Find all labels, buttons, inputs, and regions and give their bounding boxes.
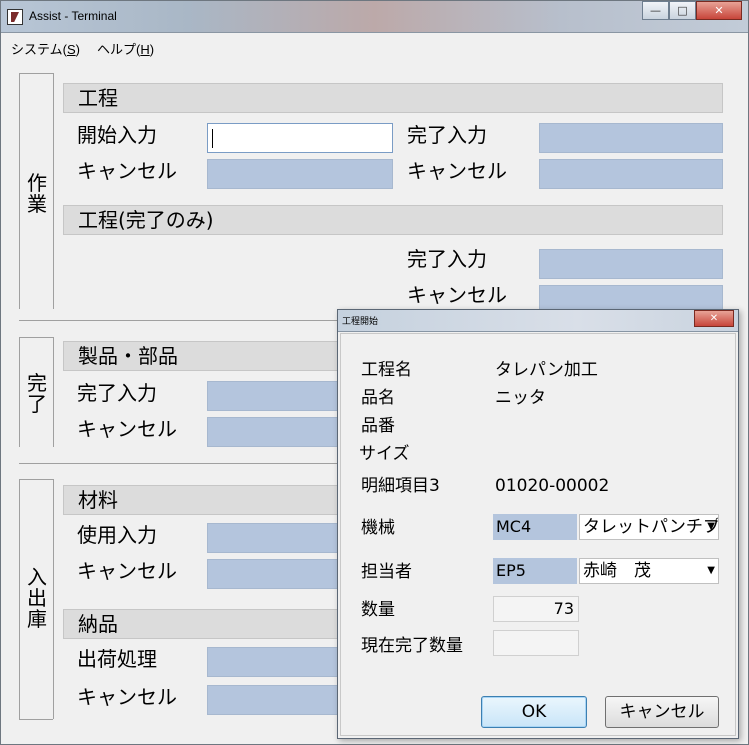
complete-group-frame bbox=[19, 337, 20, 447]
process-name-label: 工程名 bbox=[361, 360, 412, 380]
person-select-value: 赤崎 茂 bbox=[583, 561, 651, 581]
item-no-label: 品番 bbox=[361, 416, 395, 436]
app-icon bbox=[7, 9, 23, 25]
work-group-top bbox=[19, 73, 53, 74]
complete-input-field[interactable] bbox=[539, 123, 723, 153]
menu-help[interactable]: ヘルプ(H) bbox=[97, 39, 154, 58]
material-cancel-label: キャンセル bbox=[77, 559, 177, 583]
complete-group-top bbox=[19, 337, 53, 338]
shipping-label: 出荷処理 bbox=[77, 647, 157, 671]
cancel-label: キャンセル bbox=[77, 159, 177, 183]
process-start-dialog: 工程開始 ✕ 工程名 タレパン加工 品名 ニッタ 品番 サイズ 明細項目3 01… bbox=[337, 309, 739, 739]
person-select[interactable]: 赤崎 茂 ▼ bbox=[579, 558, 719, 584]
process-header: 工程 bbox=[63, 83, 723, 113]
machine-label: 機械 bbox=[361, 518, 395, 538]
size-label: サイズ bbox=[359, 444, 410, 464]
menu-bar: システム(S) ヘルプ(H) bbox=[1, 34, 748, 60]
complete-input-label: 完了入力 bbox=[407, 123, 487, 147]
stock-group-bottom bbox=[19, 719, 53, 720]
chevron-down-icon: ▼ bbox=[707, 521, 715, 532]
complete-only-input-field[interactable] bbox=[539, 249, 723, 279]
product-complete-label: 完了入力 bbox=[77, 381, 157, 405]
person-label: 担当者 bbox=[361, 562, 412, 582]
minimize-icon[interactable]: — bbox=[642, 1, 669, 20]
stock-group-label: 入出庫 bbox=[27, 565, 47, 631]
window-controls: — □ ✕ bbox=[642, 1, 742, 21]
title-bar[interactable]: Assist - Terminal — □ ✕ bbox=[1, 1, 748, 33]
complete-only-cancel-label: キャンセル bbox=[407, 283, 507, 307]
complete-only-input-label: 完了入力 bbox=[407, 247, 487, 271]
stock-group-top bbox=[19, 479, 53, 480]
start-input-field[interactable] bbox=[207, 123, 393, 153]
cancel-label-right: キャンセル bbox=[407, 159, 507, 183]
machine-select[interactable]: タレットパンチプ ▼ bbox=[579, 514, 719, 540]
process-complete-only-header: 工程(完了のみ) bbox=[63, 205, 723, 235]
product-cancel-label: キャンセル bbox=[77, 417, 177, 441]
start-cancel-field[interactable] bbox=[207, 159, 393, 189]
ok-button[interactable]: OK bbox=[481, 696, 587, 728]
work-group-inner-line bbox=[53, 73, 54, 309]
complete-cancel-field[interactable] bbox=[539, 159, 723, 189]
item-name-value: ニッタ bbox=[495, 388, 546, 408]
stock-group-frame bbox=[19, 479, 20, 719]
delivery-cancel-label: キャンセル bbox=[77, 685, 177, 709]
start-input-label: 開始入力 bbox=[77, 123, 157, 147]
machine-select-value: タレットパンチプ bbox=[583, 517, 719, 537]
dialog-title: 工程開始 bbox=[342, 316, 379, 326]
item-name-label: 品名 bbox=[361, 388, 395, 408]
maximize-icon[interactable]: □ bbox=[669, 1, 696, 20]
machine-code: MC4 bbox=[493, 514, 577, 540]
current-complete-qty-label: 現在完了数量 bbox=[361, 636, 463, 656]
quantity-label: 数量 bbox=[361, 600, 395, 620]
work-group-frame bbox=[19, 73, 20, 309]
detail3-label: 明細項目3 bbox=[361, 476, 440, 496]
dialog-body: 工程名 タレパン加工 品名 ニッタ 品番 サイズ 明細項目3 01020-000… bbox=[340, 333, 736, 736]
dialog-close-icon[interactable]: ✕ bbox=[694, 310, 734, 327]
work-group-label: 作業 bbox=[27, 171, 47, 216]
dialog-title-bar[interactable]: 工程開始 ✕ bbox=[338, 310, 738, 332]
chevron-down-icon: ▼ bbox=[707, 565, 715, 576]
quantity-field[interactable]: 73 bbox=[493, 596, 579, 622]
group-divider-1 bbox=[19, 320, 339, 321]
close-icon[interactable]: ✕ bbox=[696, 1, 742, 20]
current-complete-qty-field bbox=[493, 630, 579, 656]
window-title: Assist - Terminal bbox=[29, 9, 117, 23]
complete-group-inner-line bbox=[53, 337, 54, 447]
stock-group-inner-line bbox=[53, 479, 54, 719]
material-use-label: 使用入力 bbox=[77, 523, 157, 547]
text-caret bbox=[212, 129, 213, 148]
group-divider-2 bbox=[19, 463, 339, 464]
cancel-button[interactable]: キャンセル bbox=[605, 696, 719, 728]
detail3-value: 01020-00002 bbox=[495, 476, 610, 496]
process-name-value: タレパン加工 bbox=[495, 360, 598, 380]
menu-system[interactable]: システム(S) bbox=[11, 39, 80, 58]
person-code: EP5 bbox=[493, 558, 577, 584]
complete-group-label: 完了 bbox=[27, 371, 47, 416]
